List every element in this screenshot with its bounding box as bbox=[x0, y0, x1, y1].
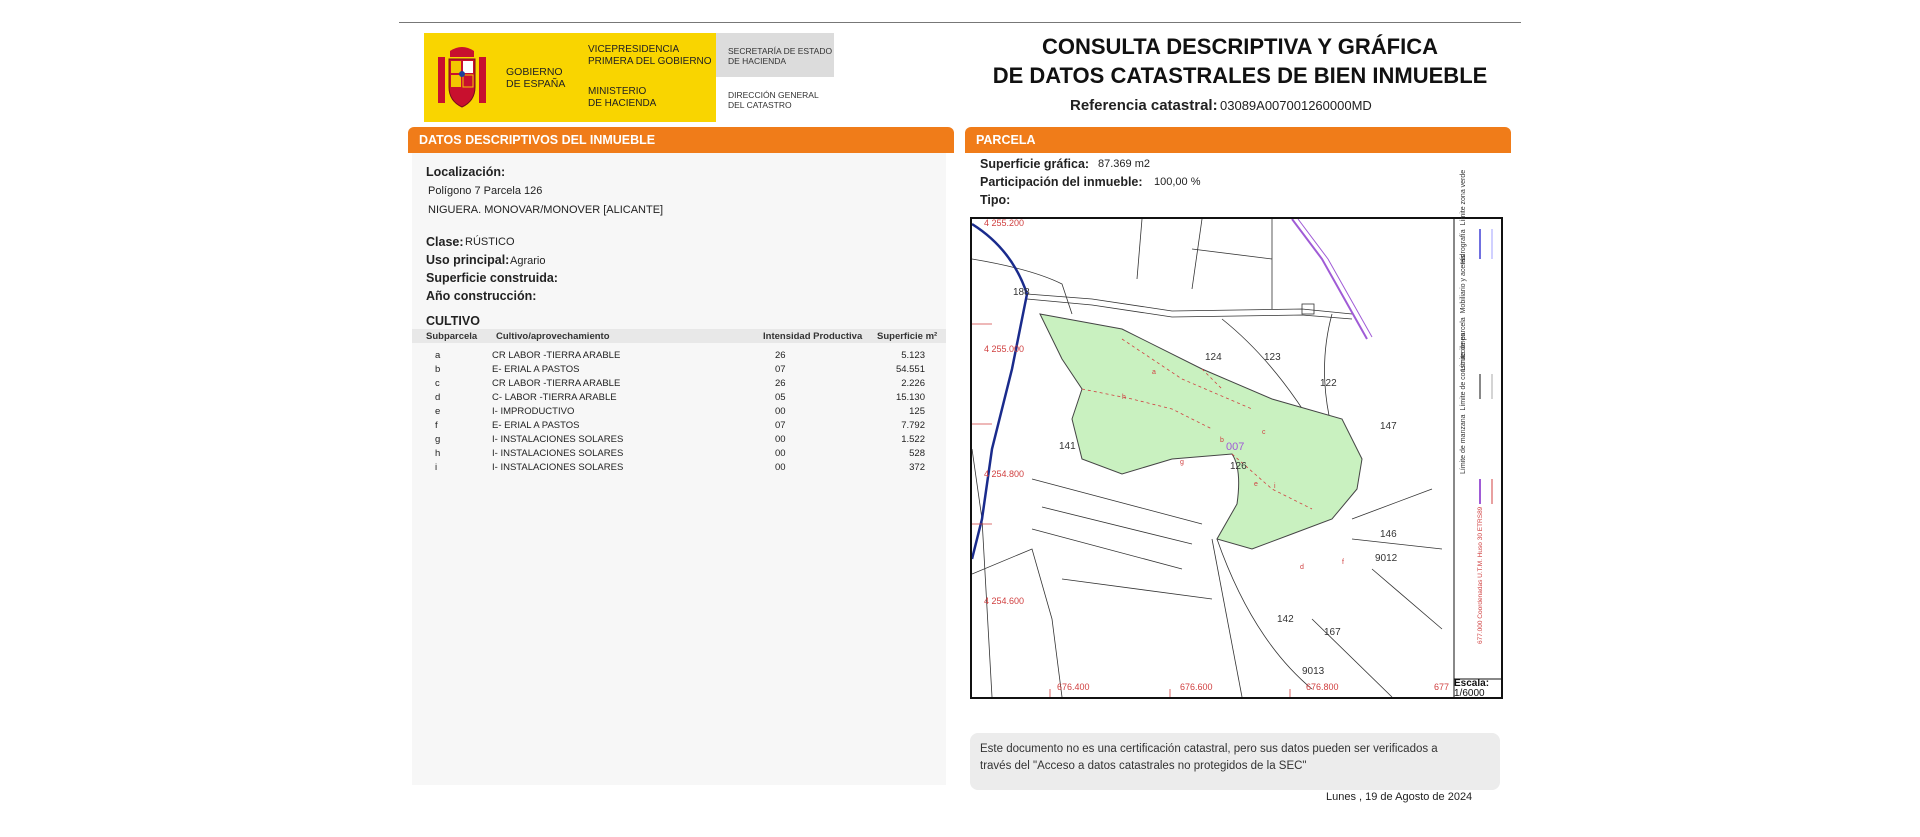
localizacion-line2: NIGUERA. MONOVAR/MONOVER [ALICANTE] bbox=[428, 204, 664, 216]
table-row: a CR LABOR -TIERRA ARABLE 26 5.123 bbox=[435, 350, 925, 361]
map-subparcel-letter: b bbox=[1220, 437, 1224, 444]
map-y-coord: 4 254.800 bbox=[984, 469, 1025, 479]
superficie-grafica-label: Superficie gráfica: bbox=[980, 157, 1090, 171]
table-row: b E- ERIAL A PASTOS 07 54.551 bbox=[435, 364, 925, 375]
col-subparcela: Subparcela bbox=[426, 331, 478, 342]
table-row: i I- INSTALACIONES SOLARES 00 372 bbox=[435, 462, 925, 473]
map-subparcel-letter: i bbox=[1274, 483, 1276, 490]
map-x-coord: 676.400 bbox=[1057, 682, 1090, 692]
localizacion-label: Localización: bbox=[426, 165, 506, 179]
map-parcel-label: 9012 bbox=[1375, 553, 1398, 564]
map-parcel-label: 146 bbox=[1380, 529, 1397, 540]
map-parcel-label: 9013 bbox=[1302, 666, 1325, 677]
coat-of-arms-icon bbox=[438, 47, 486, 108]
anio-construccion-label: Año construcción: bbox=[426, 289, 537, 303]
page-title-line1: CONSULTA DESCRIPTIVA Y GRÁFICA bbox=[1041, 34, 1439, 59]
tipo-label: Tipo: bbox=[980, 193, 1011, 207]
clase-label: Clase: bbox=[426, 235, 464, 249]
disclaimer-notice: Este documento no es una certificación c… bbox=[970, 733, 1500, 790]
map-legend-top: Hidrografía Límite zona verde bbox=[1460, 169, 1467, 264]
government-logo: GOBIERNO DE ESPAÑA VICEPRESIDENCIA PRIMERA… bbox=[424, 33, 716, 122]
table-row: f E- ERIAL A PASTOS 07 7.792 bbox=[435, 420, 925, 431]
map-parcel-label: 188 bbox=[1013, 287, 1030, 298]
map-highlight-label: 007 bbox=[1226, 441, 1245, 453]
map-subparcel-letter: c bbox=[1262, 429, 1266, 436]
map-parcel-label: 147 bbox=[1380, 421, 1397, 432]
section-parcela-header: PARCELA bbox=[965, 127, 1511, 153]
cadastral-map: 188 124 123 122 147 141 126 146 9012 142… bbox=[970, 170, 1503, 699]
map-subparcel-letter: f bbox=[1342, 559, 1344, 566]
superficie-construida-label: Superficie construida: bbox=[426, 271, 558, 285]
map-subparcel-letter: h bbox=[1122, 394, 1126, 401]
section-descriptivos-header: DATOS DESCRIPTIVOS DEL INMUEBLE bbox=[408, 127, 954, 153]
map-y-coord: 4 255.000 bbox=[984, 344, 1025, 354]
map-subparcel-letter: d bbox=[1300, 564, 1304, 571]
map-parcel-label: 122 bbox=[1320, 378, 1337, 389]
map-parcel-label: 167 bbox=[1324, 627, 1341, 638]
uso-label: Uso principal: bbox=[426, 253, 510, 267]
cultivo-table-header bbox=[412, 329, 946, 343]
cultivo-title: CULTIVO bbox=[426, 314, 480, 328]
map-subparcel-letter: e bbox=[1254, 481, 1258, 488]
map-subparcel-letter: a bbox=[1152, 369, 1156, 376]
table-row: g I- INSTALACIONES SOLARES 00 1.522 bbox=[435, 434, 925, 445]
map-parcel-label: 123 bbox=[1264, 352, 1281, 363]
table-row: h I- INSTALACIONES SOLARES 00 528 bbox=[435, 448, 925, 459]
map-drawing bbox=[972, 219, 1501, 697]
scale-value: 1/6000 bbox=[1454, 688, 1485, 699]
map-y-coord: 4 254.600 bbox=[984, 596, 1025, 606]
map-legend-low: Límite de manzana Límite de construccion… bbox=[1460, 333, 1467, 474]
map-parcel-label: 142 bbox=[1277, 614, 1294, 625]
direccion-text: DIRECCIÓN GENERAL DEL CATASTRO bbox=[728, 90, 819, 110]
ref-label: Referencia catastral: bbox=[1070, 97, 1218, 114]
table-row: e I- IMPRODUCTIVO 00 125 bbox=[435, 406, 925, 417]
map-subparcel-letter: g bbox=[1180, 459, 1184, 466]
map-x-coord: 676.800 bbox=[1306, 682, 1339, 692]
col-cultivo: Cultivo/aprovechamiento bbox=[496, 331, 610, 342]
gobierno-text: GOBIERNO DE ESPAÑA bbox=[506, 66, 566, 90]
map-parcel-label: 124 bbox=[1205, 352, 1222, 363]
map-y-coord: 4 255.200 bbox=[984, 218, 1025, 228]
top-rule bbox=[399, 22, 1521, 23]
uso-value: Agrario bbox=[510, 255, 546, 267]
map-parcel-label: 126 bbox=[1230, 461, 1247, 472]
col-superficie: Superficie m² bbox=[877, 331, 938, 342]
superficie-grafica-value: 87.369 m2 bbox=[1098, 158, 1150, 170]
clase-value: RÚSTICO bbox=[465, 236, 515, 248]
table-row: c CR LABOR -TIERRA ARABLE 26 2.226 bbox=[435, 378, 925, 389]
participacion-label: Participación del inmueble: bbox=[980, 175, 1143, 189]
col-intensidad: Intensidad Productiva bbox=[763, 331, 863, 342]
secretaria-text: SECRETARÍA DE ESTADO DE HACIENDA bbox=[728, 46, 833, 66]
table-row: d C- LABOR -TIERRA ARABLE 05 15.130 bbox=[435, 392, 925, 403]
localizacion-line1: Polígono 7 Parcela 126 bbox=[428, 185, 543, 197]
map-parcel-label: 141 bbox=[1059, 441, 1076, 452]
map-legend-coords: 677.000 Coordenadas U.T.M. Huso 30 ETRS8… bbox=[1477, 506, 1484, 644]
document-date: Lunes , 19 de Agosto de 2024 bbox=[1326, 791, 1473, 803]
participacion-value: 100,00 % bbox=[1154, 176, 1201, 188]
map-x-coord: 677 bbox=[1434, 682, 1450, 692]
ref-value: 03089A007001260000MD bbox=[1220, 98, 1372, 113]
ministerio-text: MINISTERIO DE HACIENDA bbox=[588, 86, 657, 109]
map-x-coord: 676.600 bbox=[1180, 682, 1213, 692]
page-title-line2: DE DATOS CATASTRALES DE BIEN INMUEBLE bbox=[992, 63, 1488, 88]
vicepresidencia-text: VICEPRESIDENCIA PRIMERA DEL GOBIERNO bbox=[588, 44, 712, 67]
